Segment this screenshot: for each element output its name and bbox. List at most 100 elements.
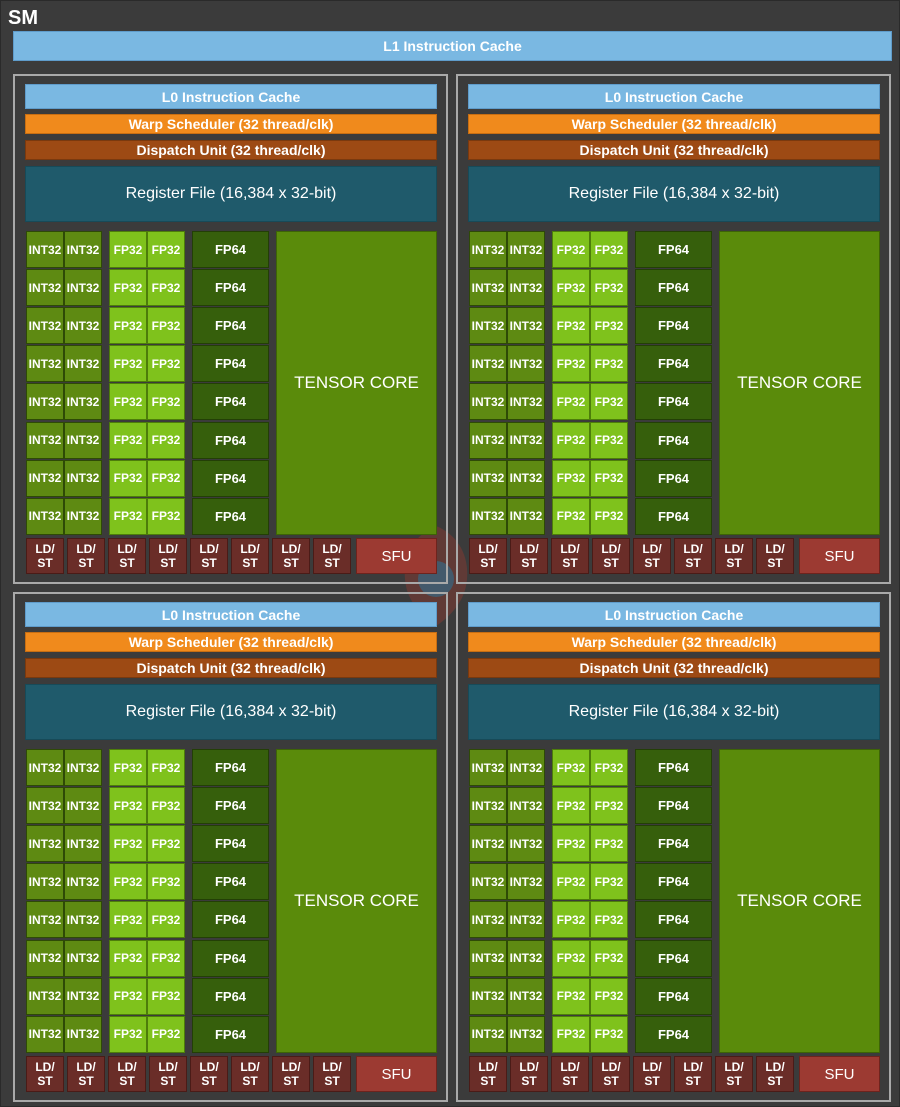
fp64-core: FP64 (192, 269, 269, 307)
register-file: Register File (16,384 x 32-bit) (468, 684, 880, 740)
ldst-unit: LD/ST (149, 1056, 187, 1092)
int32-core: INT32 (26, 307, 64, 345)
fp32-core: FP32 (552, 459, 590, 497)
l0-instruction-cache: L0 Instruction Cache (468, 602, 880, 627)
ldst-label-line2: ST (726, 556, 742, 570)
register-file: Register File (16,384 x 32-bit) (468, 166, 880, 222)
int32-core: INT32 (507, 825, 545, 863)
ldst-unit: LD/ST (674, 538, 712, 574)
register-file: Register File (16,384 x 32-bit) (25, 166, 437, 222)
ldst-label-line1: LD/ (322, 1060, 342, 1074)
ldst-unit: LD/ST (469, 538, 507, 574)
sfu-unit: SFU (356, 1056, 437, 1092)
processing-partition: L0 Instruction Cache Warp Scheduler (32 t… (456, 592, 891, 1102)
int32-core: INT32 (26, 787, 64, 825)
ldst-label-line2: ST (603, 556, 619, 570)
int32-core: INT32 (507, 1015, 545, 1053)
fp32-core: FP32 (109, 269, 147, 307)
ldst-label-line1: LD/ (519, 542, 539, 556)
ldst-unit: LD/ST (313, 1056, 351, 1092)
fp64-core: FP64 (192, 863, 269, 901)
int32-core: INT32 (26, 1015, 64, 1053)
int32-core: INT32 (26, 901, 64, 939)
ldst-unit: LD/ST (272, 538, 310, 574)
fp32-core: FP32 (109, 421, 147, 459)
ldst-label-line1: LD/ (158, 1060, 178, 1074)
ldst-label-line1: LD/ (35, 1060, 55, 1074)
int32-core: INT32 (507, 421, 545, 459)
int32-core: INT32 (469, 307, 507, 345)
ldst-unit: LD/ST (633, 1056, 671, 1092)
int32-core: INT32 (507, 459, 545, 497)
fp32-core: FP32 (590, 307, 628, 345)
ldst-label-line2: ST (521, 1074, 537, 1088)
ldst-unit: LD/ST (190, 538, 228, 574)
l1-instruction-cache: L1 Instruction Cache (13, 31, 892, 61)
int32-core: INT32 (64, 863, 102, 901)
int32-core: INT32 (26, 497, 64, 535)
sm-title: SM (8, 7, 38, 29)
ldst-unit: LD/ST (756, 1056, 794, 1092)
fp32-core: FP32 (590, 231, 628, 268)
fp64-core: FP64 (192, 787, 269, 825)
processing-partition: L0 Instruction Cache Warp Scheduler (32 t… (456, 74, 891, 584)
dispatch-unit: Dispatch Unit (32 thread/clk) (468, 140, 880, 160)
int32-core: INT32 (64, 825, 102, 863)
ldst-label-line1: LD/ (642, 542, 662, 556)
fp32-core: FP32 (109, 345, 147, 383)
fp64-core: FP64 (635, 825, 712, 863)
fp32-core: FP32 (590, 383, 628, 421)
int32-core: INT32 (26, 345, 64, 383)
fp32-core: FP32 (552, 977, 590, 1015)
ldst-label-line1: LD/ (683, 1060, 703, 1074)
ldst-label-line1: LD/ (478, 542, 498, 556)
l0-instruction-cache: L0 Instruction Cache (25, 84, 437, 109)
fp32-core: FP32 (552, 307, 590, 345)
fp32-core: FP32 (552, 345, 590, 383)
fp64-core: FP64 (192, 345, 269, 383)
fp32-core: FP32 (109, 939, 147, 977)
ldst-label-line1: LD/ (76, 1060, 96, 1074)
ldst-label-line1: LD/ (240, 1060, 260, 1074)
fp32-core: FP32 (109, 977, 147, 1015)
tensor-core: TENSOR CORE (276, 231, 437, 535)
ldst-label-line2: ST (201, 556, 217, 570)
ldst-label-line1: LD/ (683, 542, 703, 556)
int32-core: INT32 (507, 383, 545, 421)
fp32-core: FP32 (109, 231, 147, 268)
fp32-core: FP32 (590, 269, 628, 307)
ldst-label-line2: ST (324, 556, 340, 570)
int32-core: INT32 (507, 787, 545, 825)
fp64-core: FP64 (635, 497, 712, 535)
fp32-core: FP32 (147, 1015, 185, 1053)
fp64-core: FP64 (192, 749, 269, 786)
ldst-label-line2: ST (562, 556, 578, 570)
fp32-core: FP32 (590, 939, 628, 977)
fp64-core: FP64 (635, 1015, 712, 1053)
fp32-core: FP32 (147, 497, 185, 535)
sfu-unit: SFU (799, 1056, 880, 1092)
int32-core: INT32 (469, 269, 507, 307)
int32-core: INT32 (507, 269, 545, 307)
warp-scheduler: Warp Scheduler (32 thread/clk) (25, 632, 437, 652)
fp64-core: FP64 (192, 459, 269, 497)
ldst-label-line2: ST (726, 1074, 742, 1088)
fp32-core: FP32 (147, 269, 185, 307)
fp32-core: FP32 (590, 421, 628, 459)
ldst-unit: LD/ST (715, 1056, 753, 1092)
ldst-unit: LD/ST (510, 538, 548, 574)
fp64-core: FP64 (635, 383, 712, 421)
fp32-core: FP32 (109, 787, 147, 825)
ldst-label-line1: LD/ (519, 1060, 539, 1074)
fp32-core: FP32 (590, 749, 628, 786)
fp64-core: FP64 (635, 231, 712, 268)
int32-core: INT32 (469, 977, 507, 1015)
int32-core: INT32 (64, 307, 102, 345)
ldst-unit: LD/ST (149, 538, 187, 574)
fp64-core: FP64 (192, 421, 269, 459)
fp64-core: FP64 (635, 977, 712, 1015)
ldst-label-line2: ST (685, 556, 701, 570)
int32-core: INT32 (26, 977, 64, 1015)
ldst-label-line2: ST (160, 1074, 176, 1088)
ldst-unit: LD/ST (313, 538, 351, 574)
